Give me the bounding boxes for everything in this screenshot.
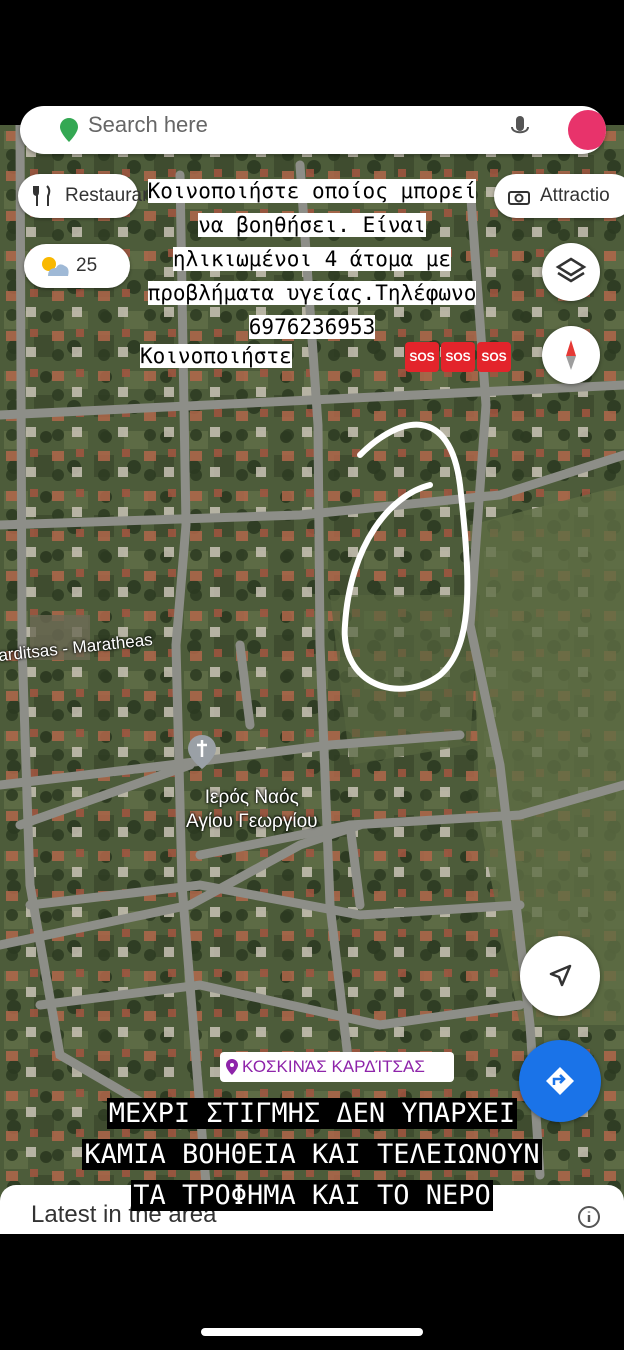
search-bar[interactable]: Search here bbox=[20, 106, 606, 154]
location-pin-icon bbox=[226, 1059, 238, 1075]
post-caption-bottom: ΜΕΧΡΙ ΣΤΙΓΜΗΣ ΔΕΝ ΥΠΑΡΧΕΙ ΚΑΜΙΑ ΒΟΗΘΕΙΑ … bbox=[0, 1093, 624, 1216]
region-name: ΚΟΣΚΙΝΆΣ ΚΑΡΔΊΤΣΑΣ bbox=[242, 1057, 425, 1076]
sos-badge: SOS bbox=[477, 342, 511, 372]
navigation-arrow-icon bbox=[549, 964, 572, 987]
caption-line-2: να βοηθήσει. Είναι bbox=[198, 213, 426, 237]
search-input[interactable]: Search here bbox=[88, 112, 208, 138]
bottom-caption-line-1: ΜΕΧΡΙ ΣΤΙΓΜΗΣ ΔΕΝ ΥΠΑΡΧΕΙ bbox=[106, 1098, 518, 1129]
caption-line-1: Κοινοποιήστε οποίος μπορεί bbox=[147, 179, 477, 203]
church-label[interactable]: Ιερός Ναός Αγίου Γεωργίου bbox=[186, 786, 318, 834]
sos-badge: SOS bbox=[441, 342, 475, 372]
compass-icon bbox=[566, 340, 576, 370]
church-name-line-1: Ιερός Ναός bbox=[204, 787, 299, 808]
mic-icon[interactable] bbox=[510, 114, 530, 142]
caption-line-3: ηλικιωμένοι 4 άτομα με bbox=[172, 247, 452, 271]
weather-icon bbox=[42, 257, 69, 276]
sos-badge: SOS bbox=[405, 342, 439, 372]
bottom-caption-line-2: ΚΑΜΙΑ ΒΟΗΘΕΙΑ ΚΑΙ ΤΕΛΕΙΩΝΟΥΝ bbox=[82, 1139, 542, 1170]
sos-badges: SOS SOS SOS bbox=[405, 342, 513, 372]
compass-button[interactable] bbox=[542, 326, 600, 384]
avatar[interactable] bbox=[568, 110, 606, 150]
region-label[interactable]: ΚΟΣΚΙΝΆΣ ΚΑΡΔΊΤΣΑΣ bbox=[220, 1052, 454, 1082]
church-icon[interactable] bbox=[188, 735, 216, 769]
map-pin-icon bbox=[60, 118, 78, 142]
share-caption: Κοινοποιήστε bbox=[140, 344, 292, 368]
home-indicator[interactable] bbox=[201, 1328, 423, 1336]
bottom-caption-line-3: ΤΑ ΤΡΟΦΗΜΑ ΚΑΙ ΤΟ ΝΕΡΟ bbox=[131, 1180, 493, 1211]
share-text: Κοινοποιήστε bbox=[140, 344, 292, 368]
caption-phone: 6976236953 bbox=[248, 315, 376, 339]
post-caption-top: Κοινοποιήστε οποίος μπορεί να βοηθήσει. … bbox=[92, 174, 532, 344]
restaurant-icon bbox=[33, 185, 51, 206]
attractions-label: Attractio bbox=[540, 185, 610, 206]
layers-button[interactable] bbox=[542, 243, 600, 301]
layers-icon bbox=[555, 257, 587, 283]
my-location-button[interactable] bbox=[520, 936, 600, 1016]
caption-line-4: προβλήματα υγείας.Τηλέφωνο bbox=[147, 281, 477, 305]
church-name-line-2: Αγίου Γεωργίου bbox=[186, 811, 318, 832]
